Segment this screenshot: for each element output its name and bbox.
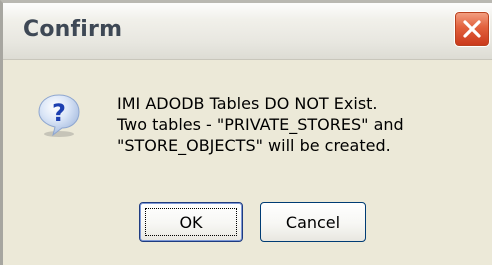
cancel-button[interactable]: Cancel <box>260 202 366 242</box>
close-button[interactable] <box>454 11 490 47</box>
ok-button[interactable]: OK <box>139 202 243 242</box>
message-line: Two tables - "PRIVATE_STORES" and <box>117 115 404 134</box>
dialog-message: IMI ADODB Tables DO NOT Exist. Two table… <box>117 93 487 156</box>
dialog-title: Confirm <box>23 17 123 42</box>
message-line: IMI ADODB Tables DO NOT Exist. <box>117 94 378 113</box>
confirm-dialog: Confirm ? IMI ADODB Tables DO NOT Exist. <box>0 0 492 265</box>
question-icon: ? <box>35 91 83 139</box>
title-bar[interactable]: Confirm <box>3 3 492 60</box>
message-line: "STORE_OBJECTS" will be created. <box>117 136 391 155</box>
close-icon <box>463 20 481 38</box>
focus-ring <box>145 208 237 236</box>
svg-text:?: ? <box>52 99 66 127</box>
cancel-button-label: Cancel <box>285 212 341 232</box>
